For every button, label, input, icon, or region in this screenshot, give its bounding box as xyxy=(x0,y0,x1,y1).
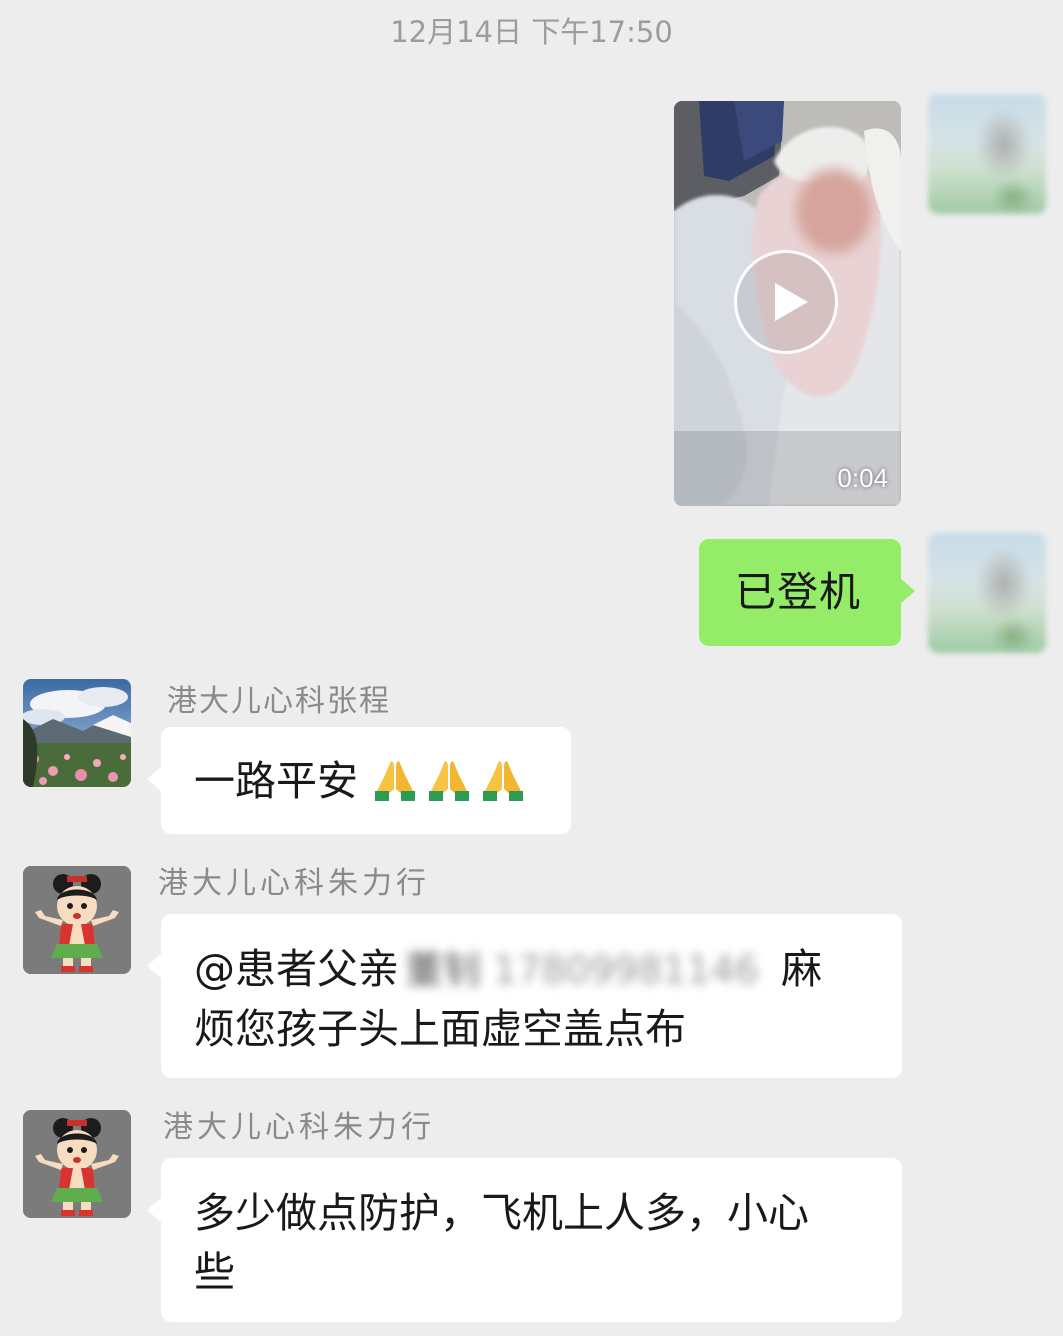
contact-avatar-zhu[interactable] xyxy=(23,866,131,974)
cartoon-avatar-image xyxy=(23,1110,131,1218)
contact-avatar-zhu[interactable] xyxy=(23,1110,131,1218)
message-text: 一路平安 xyxy=(194,757,358,805)
sender-name: 港大儿心科张程 xyxy=(167,684,391,719)
folded-hands-icon xyxy=(375,761,416,801)
mention-text[interactable]: @患者父亲 xyxy=(194,945,399,993)
self-avatar[interactable] xyxy=(928,94,1046,214)
message-text: 已登机 xyxy=(735,568,861,616)
play-button[interactable] xyxy=(734,250,838,354)
contact-message-bubble[interactable]: 一路平安 xyxy=(147,727,571,834)
redacted-phone: 17809981146 xyxy=(493,948,759,992)
message-line-2: 烦您孩子头上面虚空盖点布 xyxy=(194,1005,686,1053)
sender-name: 港大儿心科朱力行 xyxy=(158,866,430,901)
message-line-2: 些 xyxy=(194,1248,235,1296)
landscape-avatar-image xyxy=(23,679,131,787)
message-line-1: @患者父亲 董钊 17809981146 麻 xyxy=(194,940,902,1000)
video-duration: 0:04 xyxy=(837,463,888,493)
video-message[interactable]: 0:04 xyxy=(674,101,901,506)
folded-hands-icon xyxy=(429,761,470,801)
chat-timestamp: 12月14日 下午17:50 xyxy=(390,15,673,49)
contact-message-bubble[interactable]: 多少做点防护，飞机上人多，小心 些 xyxy=(147,1158,902,1322)
contact-avatar-zhang[interactable] xyxy=(23,679,131,787)
message-line-1: 多少做点防护，飞机上人多，小心 xyxy=(194,1189,809,1237)
sender-name: 港大儿心科朱力行 xyxy=(163,1110,435,1145)
self-message-bubble[interactable]: 已登机 xyxy=(699,539,915,646)
message-text-part: 麻 xyxy=(780,945,822,993)
folded-hands-icon xyxy=(483,761,524,801)
redacted-name: 董钊 xyxy=(405,948,482,992)
cartoon-avatar-image xyxy=(23,866,131,974)
self-avatar[interactable] xyxy=(928,533,1046,653)
contact-message-bubble[interactable]: @患者父亲 董钊 17809981146 麻 烦您孩子头上面虚空盖点布 xyxy=(147,914,902,1078)
